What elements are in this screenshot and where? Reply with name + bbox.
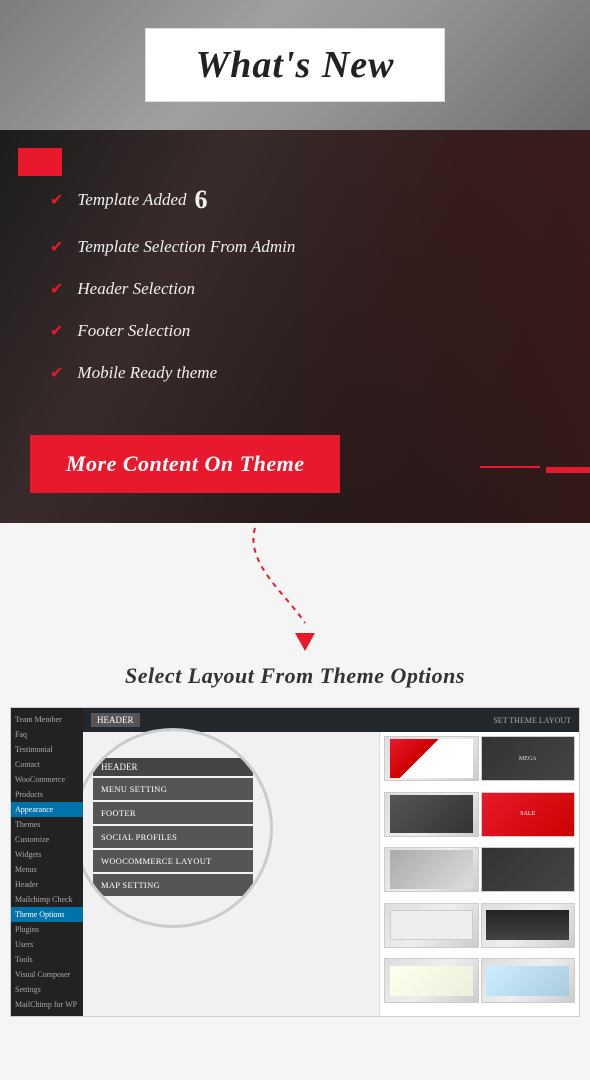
check-icon: ✔ bbox=[50, 190, 63, 210]
header-label: HEADER bbox=[91, 713, 140, 727]
wp-main-content: HEADER SET THEME LAYOUT HEADER MENU SETT… bbox=[83, 708, 579, 1016]
preview-thumb bbox=[384, 792, 479, 837]
cta-button[interactable]: More Content On Theme bbox=[30, 435, 340, 493]
sidebar-item[interactable]: Users bbox=[11, 937, 83, 952]
sidebar-item[interactable]: Mailchimp Check bbox=[11, 892, 83, 907]
check-icon: ✔ bbox=[50, 279, 63, 299]
wp-admin-sidebar: Team Member Faq Testimonial Contact WooC… bbox=[11, 708, 83, 1016]
preview-thumb bbox=[481, 847, 576, 892]
sidebar-item[interactable]: MailChimp for WP bbox=[11, 997, 83, 1012]
list-item: ✔ Template Selection From Admin bbox=[50, 237, 560, 257]
sidebar-item[interactable]: Customize bbox=[11, 832, 83, 847]
preview-thumb bbox=[384, 903, 479, 948]
menu-item-map-setting[interactable]: MAP SETTING bbox=[93, 874, 253, 896]
hero-section: What's New bbox=[0, 0, 590, 130]
set-theme-label: SET THEME LAYOUT bbox=[493, 716, 571, 725]
arrow-section bbox=[0, 523, 590, 653]
screenshot-section: Team Member Faq Testimonial Contact WooC… bbox=[0, 707, 590, 1037]
feature-number: 6 bbox=[195, 185, 208, 215]
menu-item-woocommerce-layout[interactable]: WOOCOMMERCE LAYOUT bbox=[93, 850, 253, 872]
sidebar-item[interactable]: Header bbox=[11, 877, 83, 892]
sidebar-item[interactable]: Tools bbox=[11, 952, 83, 967]
select-layout-title: Select Layout From Theme Options bbox=[0, 663, 590, 689]
sidebar-item[interactable]: Faq bbox=[11, 727, 83, 742]
sidebar-item[interactable]: Menus bbox=[11, 862, 83, 877]
preview-thumb bbox=[481, 958, 576, 1003]
magnifier-circle: HEADER MENU SETTING FOOTER SOCIAL PROFIL… bbox=[83, 728, 273, 928]
select-layout-section: Select Layout From Theme Options bbox=[0, 653, 590, 707]
theme-options-menu: MENU SETTING FOOTER SOCIAL PROFILES WOOC… bbox=[93, 778, 253, 898]
list-item: ✔ Footer Selection bbox=[50, 321, 560, 341]
list-item: ✔ Template Added 6 bbox=[50, 185, 560, 215]
sidebar-item[interactable]: Visual Composer bbox=[11, 967, 83, 982]
page-title: What's New bbox=[196, 43, 395, 87]
sidebar-item[interactable]: Products bbox=[11, 787, 83, 802]
check-icon: ✔ bbox=[50, 321, 63, 341]
sidebar-item[interactable]: Team Member bbox=[11, 712, 83, 727]
sidebar-item[interactable]: Settings bbox=[11, 982, 83, 997]
preview-thumb: MEGA bbox=[481, 736, 576, 781]
check-icon: ✔ bbox=[50, 363, 63, 383]
preview-thumb bbox=[481, 903, 576, 948]
preview-thumb bbox=[384, 847, 479, 892]
sidebar-item[interactable]: Testimonial bbox=[11, 742, 83, 757]
sidebar-item-appearance[interactable]: Appearance bbox=[11, 802, 83, 817]
whats-new-box: What's New bbox=[145, 28, 446, 102]
sidebar-item[interactable]: Contact bbox=[11, 757, 83, 772]
list-item: ✔ Mobile Ready theme bbox=[50, 363, 560, 383]
theme-options-header-label: HEADER bbox=[93, 758, 253, 776]
preview-thumb bbox=[384, 736, 479, 781]
preview-thumb bbox=[384, 958, 479, 1003]
sidebar-item[interactable]: LayerSlider WP bbox=[11, 1012, 83, 1017]
features-list: ✔ Template Added 6 ✔ Template Selection … bbox=[0, 130, 590, 435]
menu-item-menu-setting[interactable]: MENU SETTING bbox=[93, 778, 253, 800]
menu-item-footer[interactable]: FOOTER bbox=[93, 802, 253, 824]
sidebar-item[interactable]: Plugins bbox=[11, 922, 83, 937]
arrow-icon bbox=[225, 523, 365, 653]
sidebar-item[interactable]: Widgets bbox=[11, 847, 83, 862]
preview-thumb: SALE bbox=[481, 792, 576, 837]
sidebar-item[interactable]: Themes bbox=[11, 817, 83, 832]
sidebar-item-theme-options[interactable]: Theme Options bbox=[11, 907, 83, 922]
features-section: ✔ Template Added 6 ✔ Template Selection … bbox=[0, 130, 590, 523]
menu-item-social-profiles[interactable]: SOCIAL PROFILES bbox=[93, 826, 253, 848]
sidebar-item[interactable]: WooCommerce bbox=[11, 772, 83, 787]
screenshot-container: Team Member Faq Testimonial Contact WooC… bbox=[10, 707, 580, 1017]
theme-previews-panel: MEGA SALE bbox=[379, 732, 579, 1016]
check-icon: ✔ bbox=[50, 237, 63, 257]
list-item: ✔ Header Selection bbox=[50, 279, 560, 299]
